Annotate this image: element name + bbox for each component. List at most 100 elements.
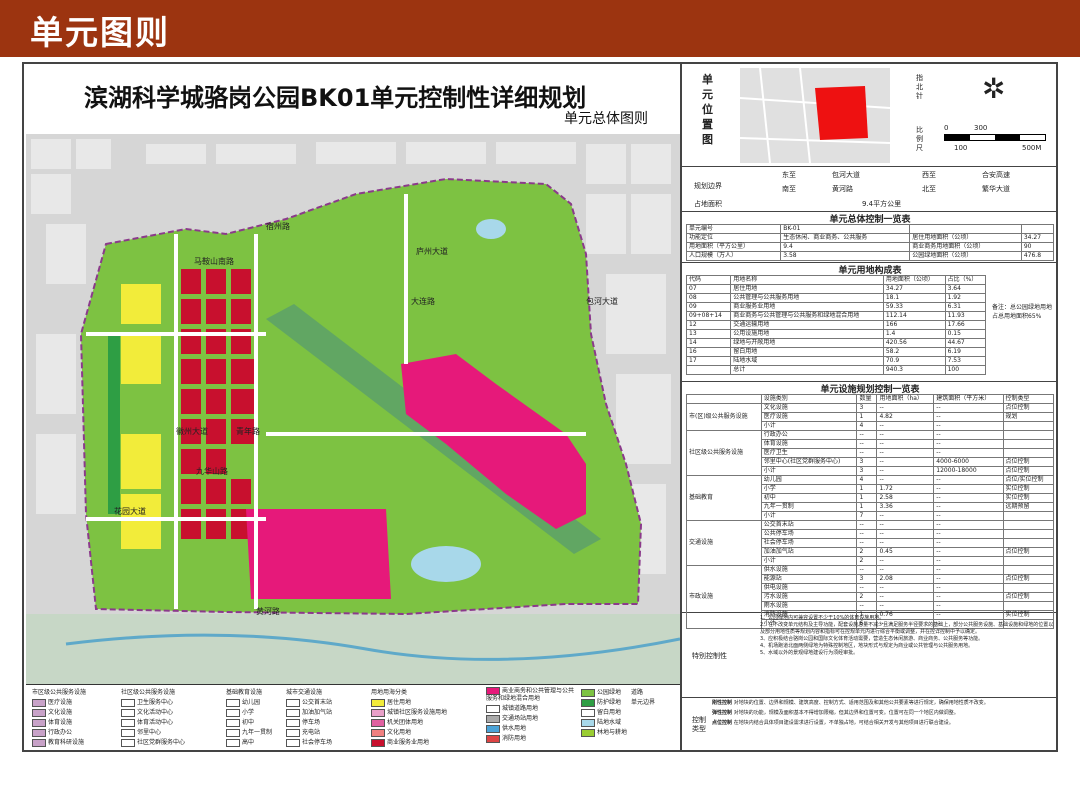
table-cell: 6.19 (944, 347, 987, 357)
table-cell: 12 (685, 320, 732, 330)
table-cell: 点位控制 (1002, 403, 1054, 413)
legend-item: 文化用地 (371, 727, 411, 737)
control-type-item: 刚性控制 对地块的位置、边界和规模、建筑高度、控制方式、适用范围及和其他公共要素… (712, 700, 1054, 707)
table-cell: 09 (685, 302, 732, 312)
scale-value: 0 (944, 124, 949, 132)
info-panel: 单元位置图 指北针 ✲ 比例尺 0 300 100 500M 规划边界 东至 包… (680, 64, 1058, 750)
table-cell: 0.15 (944, 329, 987, 339)
table-cell: 44.67 (944, 338, 987, 348)
table-cell (909, 224, 1022, 234)
table-cell: 绿地与开敞用地 (730, 338, 884, 348)
table-cell: 雨水设施 (760, 601, 858, 611)
location-section: 单元位置图 指北针 ✲ 比例尺 0 300 100 500M (682, 64, 1058, 167)
table-cell: -- (933, 439, 1004, 449)
legend-item: 加油加气站 (286, 707, 332, 717)
table-cell: 112.14 (882, 311, 946, 321)
map-legend: 市区级公共服务设施 医疗设施 文化设施 体育设施 行政办公 教育科研设施 社区级… (26, 684, 680, 749)
table-cell (1002, 511, 1054, 521)
table-header-cell: 占比（%） (944, 275, 987, 285)
legend-item: 林地与耕地 (581, 727, 627, 737)
control-type-name: 刚性控制 (712, 700, 734, 706)
boundary-value: 黄河路 (832, 185, 853, 193)
table-cell: 人口规模（万人） (685, 251, 782, 261)
table-header-row: 代码 用地名称 用地面积（公顷） 占比（%） (685, 275, 987, 285)
table-cell: 18.1 (882, 293, 946, 303)
table-cell: 公用设施用地 (730, 329, 884, 339)
control-type-desc: 对地块的位置、边界和规模、建筑高度、控制方式、适用范围及和其他公共要素等进行规定… (733, 700, 989, 706)
table-cell: 居住用地 (730, 284, 884, 294)
table-header-cell: 建筑面积（平方米） (933, 394, 1004, 404)
table-cell: -- (856, 439, 878, 449)
table-cell: 0.45 (876, 547, 935, 557)
table-cell: 公共管理与公共服务用地 (730, 293, 884, 303)
scale-value: 300 (974, 124, 988, 132)
table-cell: -- (933, 592, 1004, 602)
table-row: 单元编号 BK-01 (685, 224, 1055, 234)
table-header-row: 设施类别 数量 用地面积（ha） 建筑面积（平方米） 控制类型 (686, 394, 1054, 404)
table-cell: 点位控制 (1002, 574, 1054, 584)
control-type-name: 弹性控制 (712, 710, 734, 716)
table-cell: -- (933, 547, 1004, 557)
legend-item: 卫生服务中心 (121, 697, 173, 707)
special-note: 5、水域以外的景观绿地建设行为须经审批。 (760, 650, 859, 656)
legend-group-title: 城市交通设施 (286, 689, 323, 696)
table-cell: -- (933, 601, 1004, 611)
table-cell: -- (856, 601, 878, 611)
facility-group-name: 社区级公共服务设施 (686, 430, 762, 476)
road-label: 黄河路 (256, 606, 280, 616)
table-cell: 1.72 (876, 484, 935, 494)
control-type-desc: 对地块的功能，规模及面积基本不得增加限缩，但其边界和位置可变。位置可在同一个地区… (733, 710, 959, 716)
table-cell: -- (933, 556, 1004, 566)
table-cell: -- (876, 565, 935, 575)
header-banner: 单元图则 (0, 0, 1080, 57)
control-table: 单元编号 BK-01 功能定位 生态休闲、商业商务、公共服务 居住用地面积（公顷） 34.… (685, 224, 1055, 261)
table-cell: -- (933, 430, 1004, 440)
table-cell: 供水设施 (760, 565, 858, 575)
table-cell: 行政办公 (760, 430, 858, 440)
road-label: 徽州大道 (176, 426, 208, 436)
table-header-cell: 用地名称 (730, 275, 884, 285)
control-type-item: 弹性控制 对地块的功能，规模及面积基本不得增加限缩，但其边界和位置可变。位置可在… (712, 710, 1054, 717)
legend-road: 道路 (631, 689, 644, 696)
table-cell (1002, 448, 1054, 458)
landuse-section: 单元用地构成表 代码 用地名称 用地面积（公顷） 占比（%） 07 居住用地 34.27 3.… (682, 263, 1058, 382)
legend-group-title: 市区级公共服务设施 (32, 689, 87, 696)
table-cell: 小计 (760, 511, 858, 521)
control-type-title: 控制类型 (692, 716, 706, 733)
table-cell: 4 (856, 421, 878, 431)
table-cell: -- (933, 412, 1004, 422)
boundary-dir: 北至 (922, 185, 936, 193)
lake-north (476, 219, 506, 239)
table-cell: 小学 (760, 484, 858, 494)
table-cell: 13 (685, 329, 732, 339)
table-cell: 12000-18000 (933, 466, 1004, 476)
table-cell: 远期预留 (1002, 502, 1054, 512)
table-cell: 功能定位 (685, 233, 782, 243)
table-cell: 邻里中心(社区党群服务中心) (760, 457, 858, 467)
legend-item: 停车场 (286, 717, 320, 727)
table-cell: 交通运输用地 (730, 320, 884, 330)
table-cell: -- (933, 583, 1004, 593)
plan-sheet: 滨湖科学城骆岗公园BK01单元控制性详细规划 单元总体图则 宿州路 马鞍山南路 … (22, 62, 1058, 752)
table-header-cell: 设施类别 (760, 394, 858, 404)
road-label: 马鞍山南路 (194, 256, 234, 266)
map-title: 滨湖科学城骆岗公园BK01单元控制性详细规划 (84, 84, 587, 112)
table-cell (1002, 538, 1054, 548)
legend-group-title: 用地用海分类 (371, 689, 408, 696)
page-header-title: 单元图则 (30, 13, 170, 52)
table-cell: -- (876, 430, 935, 440)
table-row: 市政设施 供水设施 -- -- -- (686, 565, 1054, 629)
table-cell: -- (876, 403, 935, 413)
table-cell: -- (856, 430, 878, 440)
table-cell: 实位控制 (1002, 484, 1054, 494)
table-cell: -- (933, 529, 1004, 539)
road-label: 包河大道 (586, 296, 618, 306)
legend-item: 教育科研设施 (32, 737, 84, 747)
table-cell: 小计 (760, 466, 858, 476)
table-cell: -- (933, 520, 1004, 530)
table-cell: 单元编号 (685, 224, 782, 234)
table-cell: 3 (856, 574, 878, 584)
map-subtitle: 单元总体图则 (564, 111, 648, 127)
lake-south (411, 546, 481, 582)
table-cell (1002, 556, 1054, 566)
